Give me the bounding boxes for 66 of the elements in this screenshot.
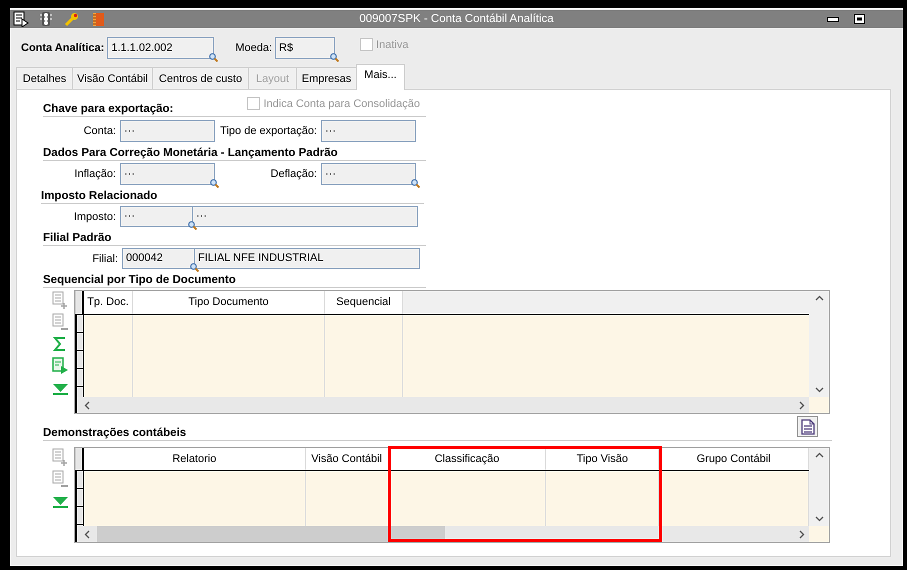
field-label: Moeda: (235, 42, 272, 54)
notes-icon[interactable] (13, 11, 29, 27)
scrollbar-corner (809, 397, 829, 413)
tab[interactable]: Visão Contábil (72, 67, 153, 89)
search-icon[interactable] (330, 53, 340, 62)
document-icon (800, 418, 814, 434)
book-icon[interactable] (90, 11, 106, 27)
input-field[interactable]: R$ (275, 37, 336, 59)
maximize-icon[interactable] (854, 14, 865, 24)
scroll-left-icon[interactable] (84, 530, 90, 538)
vertical-scrollbar[interactable] (809, 291, 829, 397)
input-field[interactable]: 1.1.1.02.002 (107, 37, 214, 59)
input-field[interactable]: FILIAL NFE INDUSTRIAL (195, 248, 420, 269)
traffic-light-icon[interactable] (38, 11, 54, 27)
scroll-down-icon[interactable] (814, 516, 824, 522)
tab[interactable]: Mais... (356, 64, 405, 90)
section-title: Demonstrações contábeis (43, 427, 186, 439)
scroll-up-icon[interactable] (814, 452, 824, 458)
field-label: Tipo de exportação: (219, 124, 318, 139)
scroll-right-icon[interactable] (799, 400, 805, 410)
search-icon[interactable] (209, 53, 218, 62)
document-arrow-icon[interactable] (52, 357, 69, 376)
report-button[interactable] (797, 416, 818, 437)
tab[interactable]: Detalhes (16, 67, 73, 89)
search-icon[interactable] (188, 221, 197, 230)
scroll-up-icon[interactable] (814, 295, 824, 301)
input-field[interactable]: ··· (321, 120, 416, 142)
section-title: Sequencial por Tipo de Documento (43, 274, 236, 286)
input-field[interactable]: ··· (120, 163, 215, 185)
tab[interactable]: Centros de custo (152, 67, 249, 89)
minimize-icon[interactable] (827, 16, 839, 22)
input-field[interactable]: ··· (321, 163, 416, 185)
search-icon[interactable] (190, 263, 199, 272)
field-label: Imposto: (72, 210, 117, 224)
scroll-left-icon[interactable] (84, 400, 90, 410)
wrench-icon[interactable] (63, 11, 81, 27)
search-icon[interactable] (210, 179, 219, 188)
section-title: Dados Para Correção Monetária - Lançamento Padrão (43, 147, 338, 159)
vertical-scrollbar[interactable] (809, 448, 829, 526)
section-title: Filial Padrão (43, 232, 112, 244)
field-label: Inflação: (73, 167, 117, 182)
scroll-right-icon[interactable] (799, 530, 805, 538)
row-selector-column[interactable] (75, 315, 84, 397)
section-title: Imposto Relacionado (41, 190, 158, 202)
scrollbar-thumb[interactable] (97, 526, 445, 542)
horizontal-scrollbar[interactable] (75, 397, 809, 413)
window-title: 009007SPK - Conta Contábil Analítica (359, 13, 554, 25)
field-label: Conta: (82, 124, 117, 139)
field-label: Conta Analítica: (21, 42, 104, 54)
horizontal-scrollbar[interactable] (75, 526, 809, 542)
scroll-down-icon[interactable] (814, 387, 824, 393)
section-title: Chave para exportação: (43, 103, 174, 115)
row-selector-header[interactable] (75, 448, 84, 470)
row-selector-header[interactable] (75, 291, 84, 314)
input-field[interactable]: 000042 (122, 248, 195, 269)
input-field[interactable]: ··· (120, 206, 193, 227)
input-field[interactable]: ··· (193, 206, 418, 227)
tab[interactable]: Empresas (296, 67, 357, 89)
search-icon[interactable] (411, 179, 420, 188)
field-label: Deflação: (270, 167, 318, 182)
scrollbar-corner (809, 526, 829, 542)
field-label: Filial: (91, 252, 119, 266)
input-field[interactable]: ··· (120, 120, 215, 142)
checkbox-label: Indica Conta para Consolidação (263, 98, 420, 110)
row-selector-column[interactable] (75, 471, 84, 526)
checkbox-label: Inativa (376, 38, 408, 50)
